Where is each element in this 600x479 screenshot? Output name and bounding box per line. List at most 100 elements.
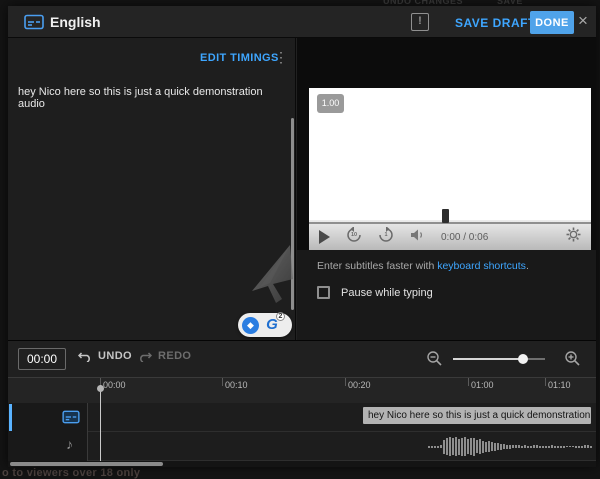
waveform-bar bbox=[581, 446, 583, 448]
settings-gear-icon[interactable] bbox=[566, 227, 581, 247]
waveform-bar bbox=[575, 446, 577, 448]
playback-speed-badge[interactable]: 1.00 bbox=[317, 94, 344, 113]
undo-icon bbox=[78, 350, 92, 362]
waveform-bar bbox=[455, 437, 457, 456]
edit-timings-button[interactable]: EDIT TIMINGS bbox=[200, 52, 279, 64]
waveform-bar bbox=[539, 446, 541, 448]
waveform-bar bbox=[536, 445, 538, 448]
save-draft-button[interactable]: SAVE DRAFT bbox=[455, 16, 536, 30]
waveform-bar bbox=[482, 441, 484, 453]
waveform-bar bbox=[476, 440, 478, 453]
ruler-tick-label: 00:10 bbox=[225, 380, 248, 390]
timeline-tracks: hey Nico here so this is just a quick de… bbox=[8, 403, 596, 461]
ruler-tick-label: 01:10 bbox=[548, 380, 571, 390]
helper-text: Enter subtitles faster with keyboard sho… bbox=[317, 260, 529, 272]
ruler-tick: 01:00 bbox=[468, 378, 469, 386]
feedback-icon[interactable]: ! bbox=[411, 13, 429, 31]
transcript-panel: EDIT TIMINGS ⋮ hey Nico here so this is … bbox=[8, 38, 296, 340]
waveform-bar bbox=[503, 444, 505, 449]
subtitles-icon bbox=[24, 14, 44, 35]
waveform-bar bbox=[578, 446, 580, 448]
waveform-bar bbox=[584, 445, 586, 448]
zoom-slider-track-filled bbox=[453, 358, 523, 360]
subtitle-track-row[interactable]: hey Nico here so this is just a quick de… bbox=[8, 403, 596, 432]
done-button[interactable]: DONE bbox=[530, 11, 574, 34]
cursor-artifact-graphic bbox=[246, 243, 298, 314]
keyboard-shortcuts-link[interactable]: keyboard shortcuts bbox=[437, 260, 526, 272]
audio-track-gutter: ♪ bbox=[8, 432, 88, 461]
zoom-in-icon[interactable] bbox=[564, 350, 581, 372]
waveform-bar bbox=[587, 445, 589, 448]
video-scrubber-thumb[interactable] bbox=[442, 209, 449, 223]
pause-while-typing-checkbox[interactable] bbox=[317, 286, 330, 299]
pause-while-typing-label: Pause while typing bbox=[341, 287, 433, 299]
ruler-tick: 00:10 bbox=[222, 378, 223, 386]
ruler-tick-label: 00:00 bbox=[103, 380, 126, 390]
browser-extension-widget: ◆ G2 bbox=[238, 313, 292, 337]
modal-title: English bbox=[50, 14, 101, 30]
zoom-out-icon[interactable] bbox=[426, 350, 443, 372]
play-button[interactable] bbox=[319, 230, 330, 244]
ruler-tick-label: 01:00 bbox=[471, 380, 494, 390]
waveform-bar bbox=[512, 445, 514, 448]
waveform-bar bbox=[437, 446, 439, 448]
waveform-bar bbox=[515, 445, 517, 448]
waveform-bar bbox=[557, 446, 559, 448]
timeline-section: 00:00 UNDO REDO bbox=[8, 340, 596, 466]
waveform-bar bbox=[566, 446, 568, 447]
waveform-bar bbox=[467, 439, 469, 454]
forward-icon[interactable]: 1 bbox=[378, 227, 394, 248]
zoom-slider-thumb[interactable] bbox=[518, 354, 528, 364]
waveform-bar bbox=[545, 446, 547, 448]
waveform-bar bbox=[521, 446, 523, 448]
redo-button[interactable]: REDO bbox=[138, 350, 191, 362]
ruler-tick: 01:10 bbox=[545, 378, 546, 386]
waveform-bar bbox=[518, 445, 520, 448]
subtitle-track-gutter bbox=[8, 403, 88, 432]
subtitle-editor-modal: English ! SAVE DRAFT DONE × EDIT TIMINGS… bbox=[8, 6, 596, 466]
rewind-10-icon[interactable]: 10 bbox=[346, 227, 362, 248]
waveform-bar bbox=[572, 446, 574, 447]
audio-track-row[interactable]: ♪ bbox=[8, 432, 596, 461]
waveform-bar bbox=[440, 445, 442, 448]
playhead-handle[interactable] bbox=[97, 385, 104, 392]
subtitle-text-field[interactable]: hey Nico here so this is just a quick de… bbox=[18, 86, 278, 110]
timecode-input[interactable]: 00:00 bbox=[18, 348, 66, 370]
active-track-indicator bbox=[9, 404, 12, 431]
waveform-bar bbox=[530, 446, 532, 448]
waveform-bar bbox=[494, 443, 496, 451]
waveform-bar bbox=[533, 445, 535, 448]
background-age-restriction-remnant: o to viewers over 18 only bbox=[2, 467, 140, 479]
kebab-menu-icon[interactable]: ⋮ bbox=[274, 49, 288, 66]
waveform-bar bbox=[443, 440, 445, 454]
music-note-icon: ♪ bbox=[66, 436, 73, 452]
waveform-bar bbox=[548, 446, 550, 448]
pause-while-typing-row[interactable]: Pause while typing bbox=[317, 286, 433, 299]
waveform-bar bbox=[485, 442, 487, 452]
video-player[interactable]: 1.00 10 1 bbox=[309, 88, 591, 250]
waveform-bar bbox=[434, 446, 436, 448]
subtitle-track-icon bbox=[62, 410, 80, 429]
ruler-tick-label: 00:20 bbox=[348, 380, 371, 390]
timeline-ruler[interactable]: 00:00 00:10 00:20 01:00 01:10 bbox=[8, 377, 596, 403]
modal-header: English ! SAVE DRAFT DONE × bbox=[8, 6, 596, 38]
waveform-bar bbox=[560, 446, 562, 448]
waveform-bar bbox=[590, 446, 592, 448]
undo-button[interactable]: UNDO bbox=[78, 350, 132, 362]
timeline-scrollbar-thumb[interactable] bbox=[10, 462, 163, 466]
subtitle-clip[interactable]: hey Nico here so this is just a quick de… bbox=[363, 407, 591, 424]
volume-icon[interactable] bbox=[410, 228, 427, 247]
timeline-horizontal-scrollbar bbox=[8, 461, 596, 467]
time-display: 0:00 / 0:06 bbox=[441, 232, 488, 243]
zoom-slider[interactable] bbox=[453, 358, 545, 361]
extension-badge: 2 bbox=[276, 312, 285, 321]
extension-pin-icon[interactable]: ◆ bbox=[242, 317, 259, 334]
close-icon[interactable]: × bbox=[578, 11, 588, 31]
waveform-bar bbox=[524, 445, 526, 448]
helper-section: Enter subtitles faster with keyboard sho… bbox=[297, 250, 596, 340]
waveform-bar bbox=[569, 446, 571, 447]
extension-g-icon[interactable]: G2 bbox=[262, 315, 282, 335]
waveform-bar bbox=[428, 446, 430, 448]
waveform-bar bbox=[500, 444, 502, 450]
timeline-playhead[interactable] bbox=[100, 385, 101, 461]
